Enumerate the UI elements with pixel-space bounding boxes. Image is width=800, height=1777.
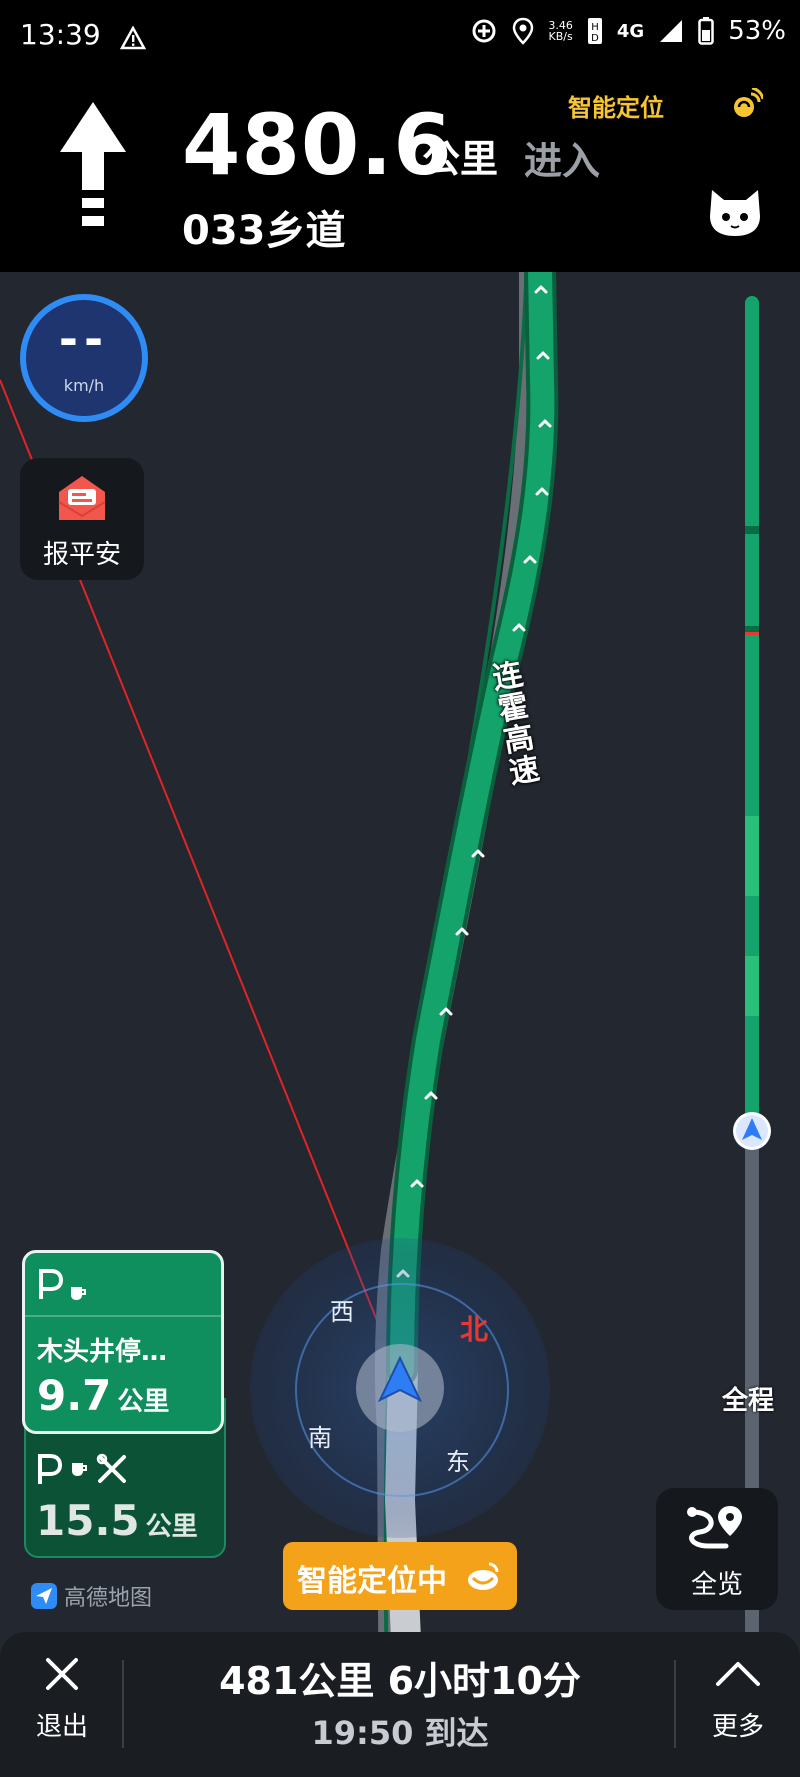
cat-avatar-icon[interactable] xyxy=(706,186,764,238)
straight-arrow-icon xyxy=(60,102,126,226)
next-turn-unit: 公里 xyxy=(422,137,499,181)
amap-logo-icon xyxy=(31,1583,57,1609)
coffee-icon xyxy=(72,1463,87,1476)
overview-button[interactable]: 全览 xyxy=(656,1488,778,1610)
parking-icon xyxy=(38,1454,62,1484)
compass[interactable]: 西 北 南 东 xyxy=(250,1238,550,1538)
service-area-1-distance: 9.7 xyxy=(37,1371,112,1420)
smart-locating-icon xyxy=(468,1562,499,1590)
arrival-time: 19:50 到达 xyxy=(311,1714,489,1752)
parking-icon xyxy=(39,1269,63,1299)
net-speed: 3.46 KB/s xyxy=(548,19,573,43)
compass-north: 北 xyxy=(460,1313,489,1346)
report-safe-label: 报平安 xyxy=(42,540,121,570)
coffee-icon xyxy=(71,1287,86,1300)
network-type: 4G xyxy=(616,20,645,42)
battery-percent: 53% xyxy=(728,16,786,46)
battery-icon xyxy=(698,17,714,45)
service-area-card-1[interactable]: 木头井停… 9.7 公里 xyxy=(22,1250,224,1434)
speed-indicator: -- km/h xyxy=(20,294,148,422)
close-icon xyxy=(46,1658,78,1690)
amap-logo: 高德地图 xyxy=(30,1580,152,1612)
repair-tools-icon xyxy=(96,1453,126,1483)
more-label: 更多 xyxy=(711,1712,764,1742)
svg-text:H: H xyxy=(591,22,599,33)
car-position-icon xyxy=(377,1355,423,1403)
status-icons: 3.46 KB/s H D 4G 53% xyxy=(470,16,786,46)
smart-location-icon xyxy=(734,88,763,117)
speed-unit: km/h xyxy=(63,376,105,395)
chevron-up-icon xyxy=(716,1662,760,1686)
nav-header: 480.6 公里 进入 033乡道 智能定位 xyxy=(0,76,800,272)
exit-button[interactable]: 退出 xyxy=(20,1652,104,1756)
envelope-icon xyxy=(58,476,106,520)
compass-east: 东 xyxy=(446,1448,470,1476)
service-area-2-unit: 公里 xyxy=(145,1512,198,1542)
service-area-1-name: 木头井停… xyxy=(37,1337,168,1367)
trip-summary[interactable]: 481公里 6小时10分 xyxy=(140,1650,660,1705)
more-button[interactable]: 更多 xyxy=(696,1652,780,1756)
report-safe-button[interactable]: 报平安 xyxy=(20,458,144,580)
amap-logo-text: 高德地图 xyxy=(64,1586,153,1611)
overview-label: 全览 xyxy=(690,1570,743,1600)
next-road-name: 033乡道 xyxy=(182,208,346,254)
bottom-bar: 退出 481公里 6小时10分 19:50 到达 更多 xyxy=(0,1632,800,1777)
current-position-marker xyxy=(733,1112,771,1150)
maneuver-action: 进入 xyxy=(524,139,601,183)
congestion-mark xyxy=(745,632,759,635)
service-area-2-distance: 15.5 xyxy=(36,1496,140,1545)
progress-label[interactable]: 全程 xyxy=(722,1380,774,1417)
next-turn-distance: 480.6 xyxy=(182,96,453,194)
signal-icon xyxy=(660,20,683,42)
location-icon xyxy=(513,17,534,45)
warning-icon xyxy=(120,26,146,50)
smart-location-label[interactable]: 智能定位 xyxy=(568,88,664,123)
status-bar: 13:39 3.46 KB/s H D 4G 53% xyxy=(0,0,800,76)
route-overview-icon xyxy=(687,1506,742,1549)
compass-south: 南 xyxy=(308,1424,332,1452)
compass-west: 西 xyxy=(330,1298,354,1326)
exit-label: 退出 xyxy=(35,1712,88,1742)
status-time: 13:39 xyxy=(20,18,101,51)
speed-value: -- xyxy=(58,312,110,366)
route-progress xyxy=(745,296,759,1666)
data-saver-icon xyxy=(472,19,496,43)
hd-icon: H D xyxy=(587,18,602,44)
svg-text:D: D xyxy=(591,33,599,44)
smart-locating-button[interactable]: 智能定位中 xyxy=(283,1542,517,1610)
service-area-1-unit: 公里 xyxy=(117,1387,170,1417)
